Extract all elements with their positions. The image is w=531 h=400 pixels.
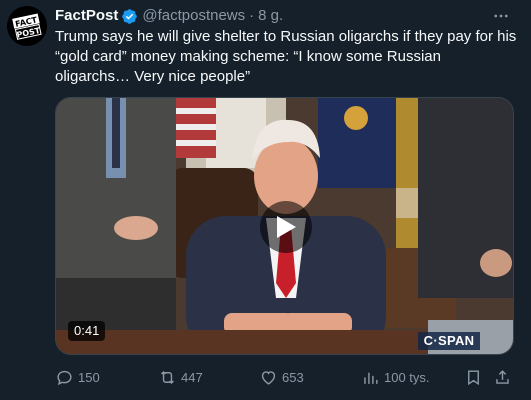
verified-badge-icon xyxy=(121,8,138,25)
avatar[interactable]: FACT POST xyxy=(7,6,47,46)
handle[interactable]: @factpostnews xyxy=(142,6,245,26)
reply-count: 150 xyxy=(78,369,100,385)
like-button[interactable]: 653 xyxy=(259,365,304,389)
like-count: 653 xyxy=(282,369,304,385)
tweet[interactable]: FACT POST FactPost @factpostnews · 8 g. … xyxy=(0,0,531,400)
timestamp[interactable]: 8 g. xyxy=(258,6,283,26)
video-player[interactable]: 0:41 C·SPAN xyxy=(55,97,514,355)
more-icon[interactable] xyxy=(489,6,513,26)
play-icon[interactable] xyxy=(260,201,312,253)
views-icon xyxy=(364,372,378,384)
cspan-watermark: C·SPAN xyxy=(418,332,480,350)
views-count: 100 tys. xyxy=(384,369,430,385)
reply-icon xyxy=(57,370,72,385)
views-button[interactable]: 100 tys. xyxy=(361,365,430,389)
like-icon xyxy=(261,370,276,385)
display-name[interactable]: FactPost xyxy=(55,6,118,26)
repost-icon xyxy=(161,370,174,384)
reply-button[interactable]: 150 xyxy=(55,365,100,389)
repost-button[interactable]: 447 xyxy=(158,365,203,389)
factpost-logo: FACT POST xyxy=(7,6,47,46)
tweet-text: Trump says he will give shelter to Russi… xyxy=(55,28,517,85)
bookmark-icon[interactable] xyxy=(464,365,487,389)
action-bar: 150 447 653 100 tys. xyxy=(55,365,517,389)
repost-count: 447 xyxy=(181,369,203,385)
share-icon[interactable] xyxy=(493,365,516,389)
video-duration: 0:41 xyxy=(68,321,106,341)
post-header: FactPost @factpostnews · 8 g. xyxy=(55,6,283,26)
separator: · xyxy=(249,7,255,24)
